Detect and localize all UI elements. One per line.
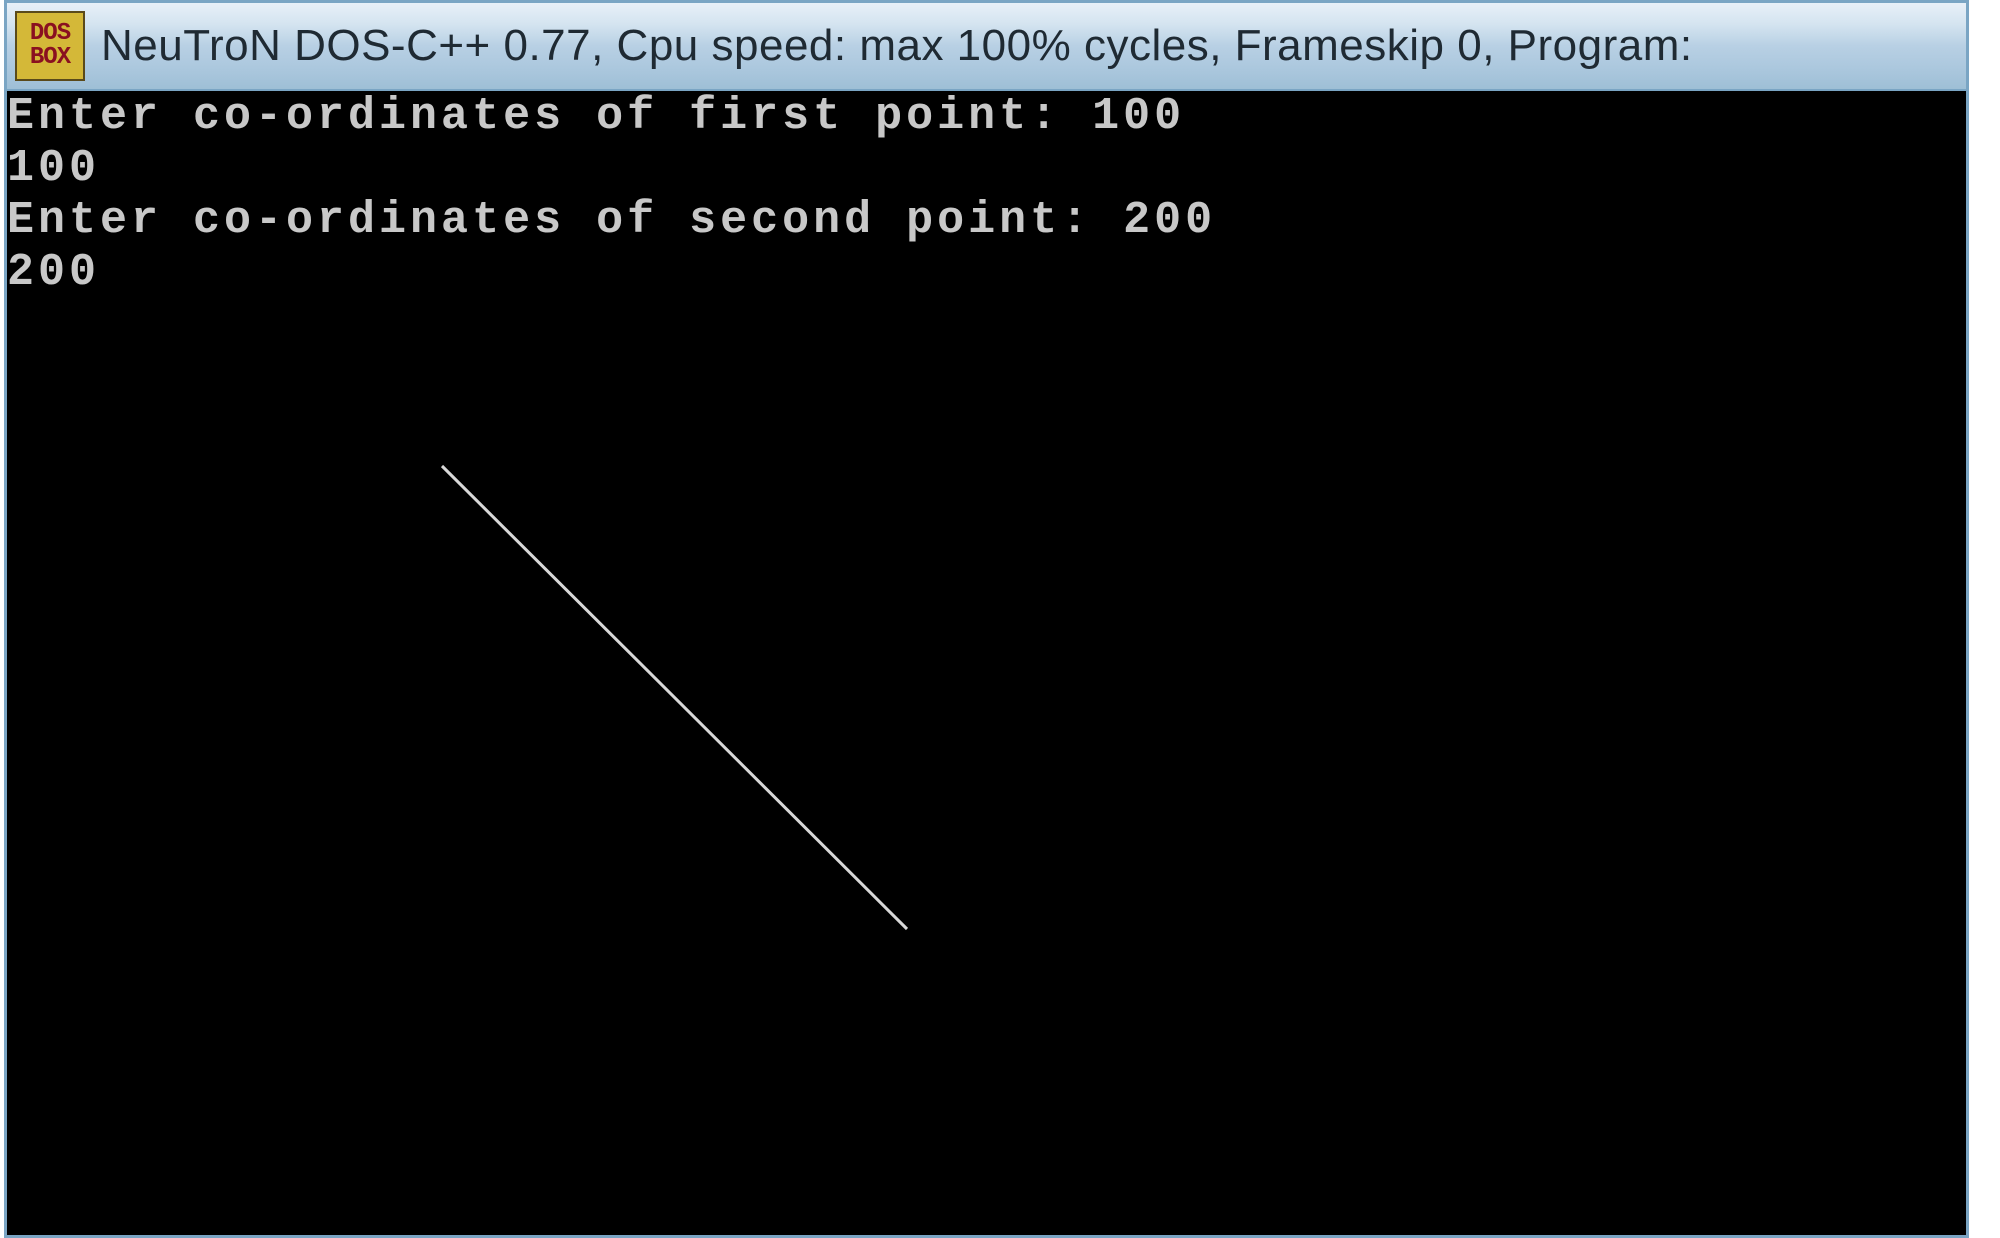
dosbox-window: DOS BOX NeuTroN DOS-C++ 0.77, Cpu speed:…	[4, 0, 1969, 1238]
icon-text-top: DOS	[30, 22, 70, 46]
dosbox-icon: DOS BOX	[15, 11, 85, 81]
console-line: Enter co-ordinates of second point: 200	[7, 195, 1966, 247]
window-titlebar[interactable]: DOS BOX NeuTroN DOS-C++ 0.77, Cpu speed:…	[7, 3, 1966, 91]
console-line: 200	[7, 247, 1966, 299]
console-area[interactable]: Enter co-ordinates of first point: 100 1…	[7, 91, 1966, 1235]
console-line: 100	[7, 143, 1966, 195]
window-title: NeuTroN DOS-C++ 0.77, Cpu speed: max 100…	[101, 21, 1693, 71]
console-line: Enter co-ordinates of first point: 100	[7, 91, 1966, 143]
icon-text-bottom: BOX	[30, 46, 70, 70]
drawn-line	[442, 466, 907, 929]
